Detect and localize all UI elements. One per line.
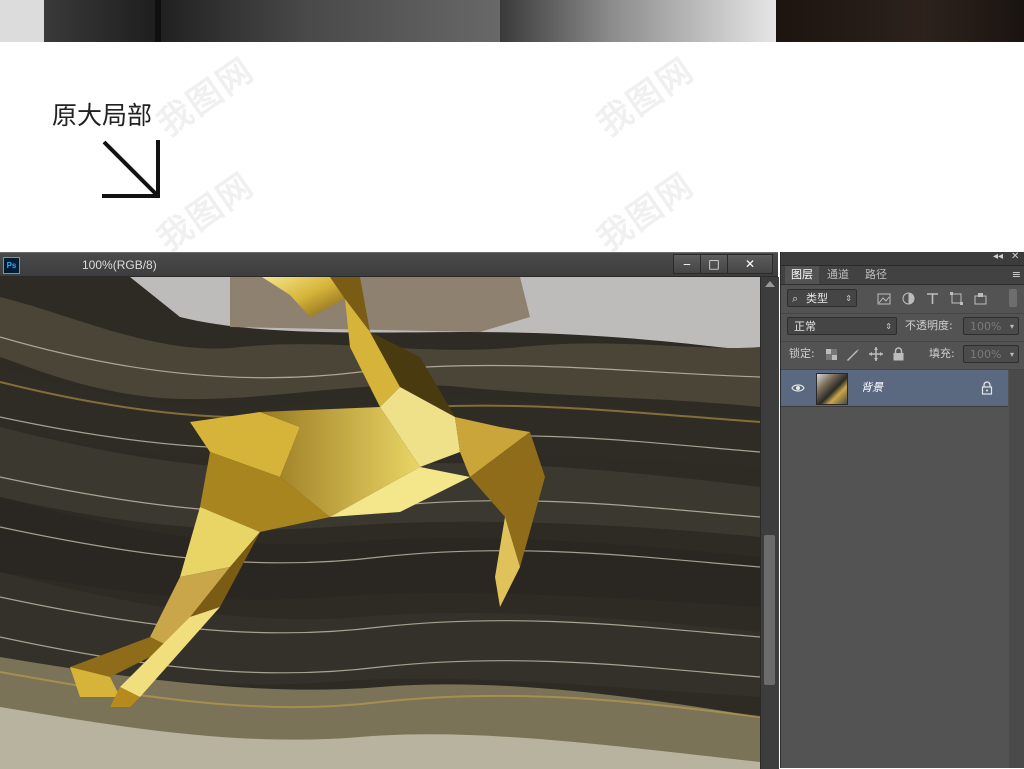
watermark: 我图网 <box>150 50 262 145</box>
close-button[interactable]: ✕ <box>727 254 773 274</box>
lock-all-icon[interactable] <box>893 347 904 361</box>
lock-transparent-pixels-icon[interactable] <box>826 349 837 360</box>
canvas-artwork <box>0 277 760 769</box>
adjustment-filter-icon[interactable] <box>902 292 915 305</box>
top-photo-strip <box>0 0 1024 42</box>
maximize-button[interactable]: □ <box>700 254 728 274</box>
opacity-label: 不透明度: <box>905 319 953 332</box>
filter-type-value: 类型 <box>806 292 828 305</box>
shape-filter-icon[interactable] <box>950 292 963 305</box>
blend-mode-select[interactable]: 正常 ⇕ <box>787 317 897 335</box>
smart-object-filter-icon[interactable] <box>974 292 987 305</box>
layer-thumbnail <box>816 373 848 405</box>
photo-segment <box>0 0 44 42</box>
chevron-updown-icon: ⇕ <box>885 322 892 331</box>
document-titlebar[interactable]: Ps 100%(RGB/8) ‒ □ ✕ <box>0 253 778 277</box>
eye-icon[interactable] <box>791 381 805 395</box>
fill-label: 填充: <box>929 347 955 360</box>
chevron-down-icon: ▾ <box>1009 322 1014 331</box>
collapse-panel-button[interactable]: ◂◂ <box>993 251 1003 262</box>
photo-segment <box>155 0 161 42</box>
search-icon: ⌕ <box>792 292 799 305</box>
panel-menu-icon[interactable]: ≡ <box>1012 266 1021 284</box>
layers-panel: ◂◂ ✕ 图层 通道 路径 ≡ ⌕ 类型 ⇕ 正常 ⇕ 不透明度: 100% ▾ <box>780 251 1024 768</box>
chevron-down-icon: ▾ <box>1009 350 1014 359</box>
fill-value: 100% <box>970 348 1002 361</box>
fill-input[interactable]: 100% ▾ <box>963 345 1019 363</box>
lock-position-icon[interactable] <box>869 347 883 361</box>
filter-toggle-switch[interactable] <box>1009 289 1017 307</box>
tab-layers[interactable]: 图层 <box>785 266 819 284</box>
panel-header-strip: ◂◂ ✕ <box>781 251 1024 266</box>
tab-channels[interactable]: 通道 <box>821 266 855 284</box>
watermark: 我图网 <box>590 50 702 145</box>
vertical-scrollbar[interactable] <box>760 277 779 769</box>
scroll-thumb[interactable] <box>764 535 775 685</box>
layer-name[interactable]: 背景 <box>861 370 883 406</box>
photoshop-document-window: Ps 100%(RGB/8) ‒ □ ✕ <box>0 252 779 769</box>
lock-row: 锁定: 填充: 100% ▾ <box>781 341 1024 370</box>
close-panel-button[interactable]: ✕ <box>1011 251 1019 262</box>
arrow-down-right-icon <box>102 140 160 198</box>
watermark: 我图网 <box>590 165 702 260</box>
minimize-button[interactable]: ‒ <box>673 254 701 274</box>
lock-icon[interactable] <box>981 381 993 395</box>
watermark: 我图网 <box>150 165 262 260</box>
panel-tabs: 图层 通道 路径 ≡ <box>781 266 1024 285</box>
filter-type-select[interactable]: ⌕ 类型 ⇕ <box>787 289 857 307</box>
document-title: 100%(RGB/8) <box>82 258 157 272</box>
blend-mode-value: 正常 <box>794 320 816 333</box>
document-canvas[interactable] <box>0 277 760 769</box>
chevron-updown-icon: ⇕ <box>845 294 852 303</box>
opacity-input[interactable]: 100% ▾ <box>963 317 1019 335</box>
photo-segment <box>776 0 1024 42</box>
opacity-value: 100% <box>970 320 1002 333</box>
lock-label: 锁定: <box>789 347 815 360</box>
layer-item-background[interactable]: 背景 <box>781 370 1008 407</box>
layers-scrollbar[interactable] <box>1009 370 1024 768</box>
lock-image-pixels-icon[interactable] <box>846 348 860 361</box>
section-label: 原大局部 <box>52 101 153 130</box>
scroll-up-icon[interactable] <box>765 281 775 287</box>
tab-paths[interactable]: 路径 <box>859 266 893 284</box>
blend-row: 正常 ⇕ 不透明度: 100% ▾ <box>781 313 1024 342</box>
filter-row: ⌕ 类型 ⇕ <box>781 285 1024 314</box>
image-filter-icon[interactable] <box>877 293 891 305</box>
photo-segment <box>500 0 780 42</box>
photoshop-logo-icon: Ps <box>3 257 20 274</box>
type-filter-icon[interactable] <box>926 292 939 305</box>
